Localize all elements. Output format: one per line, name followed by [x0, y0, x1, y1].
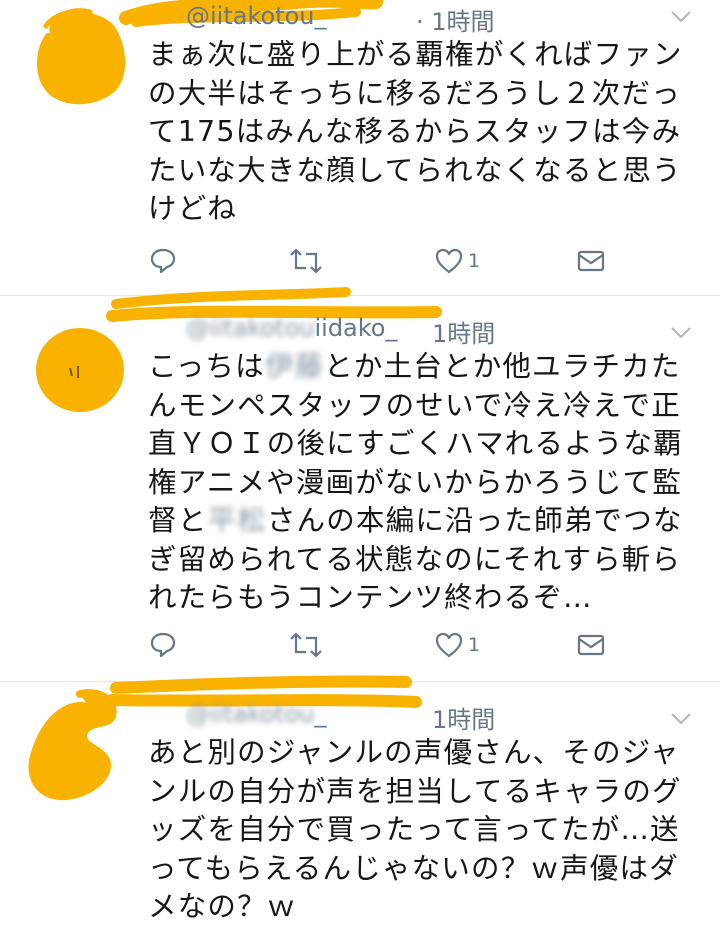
- avatar[interactable]: [28, 6, 128, 106]
- timestamp[interactable]: 1時間: [432, 314, 495, 349]
- dm-icon: [577, 634, 605, 656]
- like-icon: [435, 632, 463, 658]
- avatar-scribble: [36, 328, 124, 412]
- timestamp[interactable]: 1時間: [432, 700, 495, 735]
- retweet-button[interactable]: [288, 244, 324, 278]
- like-button[interactable]: 1: [434, 628, 480, 662]
- avatar[interactable]: [28, 318, 128, 418]
- tweet-text: あと別のジャンルの声優さん、そのジャンルの自分が声を担当してるキャラのグッズを自…: [148, 736, 682, 923]
- chevron-down-icon[interactable]: [670, 712, 692, 726]
- tweet-actions: 1: [146, 244, 620, 284]
- user-handle[interactable]: @iitakotouiidako_: [186, 314, 398, 342]
- like-count: 1: [468, 634, 481, 656]
- retweet-icon: [290, 632, 322, 658]
- reply-icon: [150, 248, 176, 274]
- avatar-scribble: [37, 8, 126, 105]
- user-handle[interactable]: @iitakotou_: [186, 700, 326, 728]
- dm-icon: [577, 250, 605, 272]
- tweet-header: @iitakotouiidako_ 1時間: [106, 287, 660, 348]
- like-icon: [435, 248, 463, 274]
- chevron-down-icon[interactable]: [670, 10, 692, 24]
- tweet-actions: 1: [146, 628, 620, 668]
- reply-button[interactable]: [148, 628, 178, 662]
- blurred-name: 伊藤: [264, 350, 325, 383]
- chevron-down-icon[interactable]: [670, 326, 692, 340]
- reply-button[interactable]: [148, 244, 178, 278]
- like-button[interactable]: 1: [434, 244, 480, 278]
- user-handle[interactable]: @iitakotou_: [186, 2, 326, 30]
- tweet-text: こっちは伊藤とか土台とか他ユラチカたんモンペスタッフのせいで冷え冷えで正直ＹＯＩ…: [148, 350, 683, 614]
- retweet-icon: [290, 248, 322, 274]
- tweet-text: まぁ次に盛り上がる覇権がくればファンの大半はそっちに移るだろうし２次だって175…: [148, 38, 683, 225]
- like-count: 1: [468, 250, 481, 272]
- tweet-header: @iitakotou_ 1時間: [106, 675, 660, 734]
- tweet[interactable]: @iitakotouiidako_ 1時間 こっちは伊藤とか土台とか他ユラチカた…: [0, 287, 720, 682]
- dm-button[interactable]: [576, 628, 606, 662]
- tweet[interactable]: @iitakotou_ 1時間 あと別のジャンルの声優さん、そのジャンルの自分が…: [0, 675, 720, 933]
- retweet-button[interactable]: [288, 628, 324, 662]
- tweet[interactable]: @iitakotou_ · 1時間 まぁ次に盛り上がる覇権がくればファンの大半は…: [0, 0, 720, 296]
- tweet-header: @iitakotou_ · 1時間: [119, 0, 660, 40]
- blurred-name: 平松: [207, 504, 267, 537]
- timestamp[interactable]: · 1時間: [416, 2, 495, 37]
- reply-icon: [150, 632, 176, 658]
- dm-button[interactable]: [576, 244, 606, 278]
